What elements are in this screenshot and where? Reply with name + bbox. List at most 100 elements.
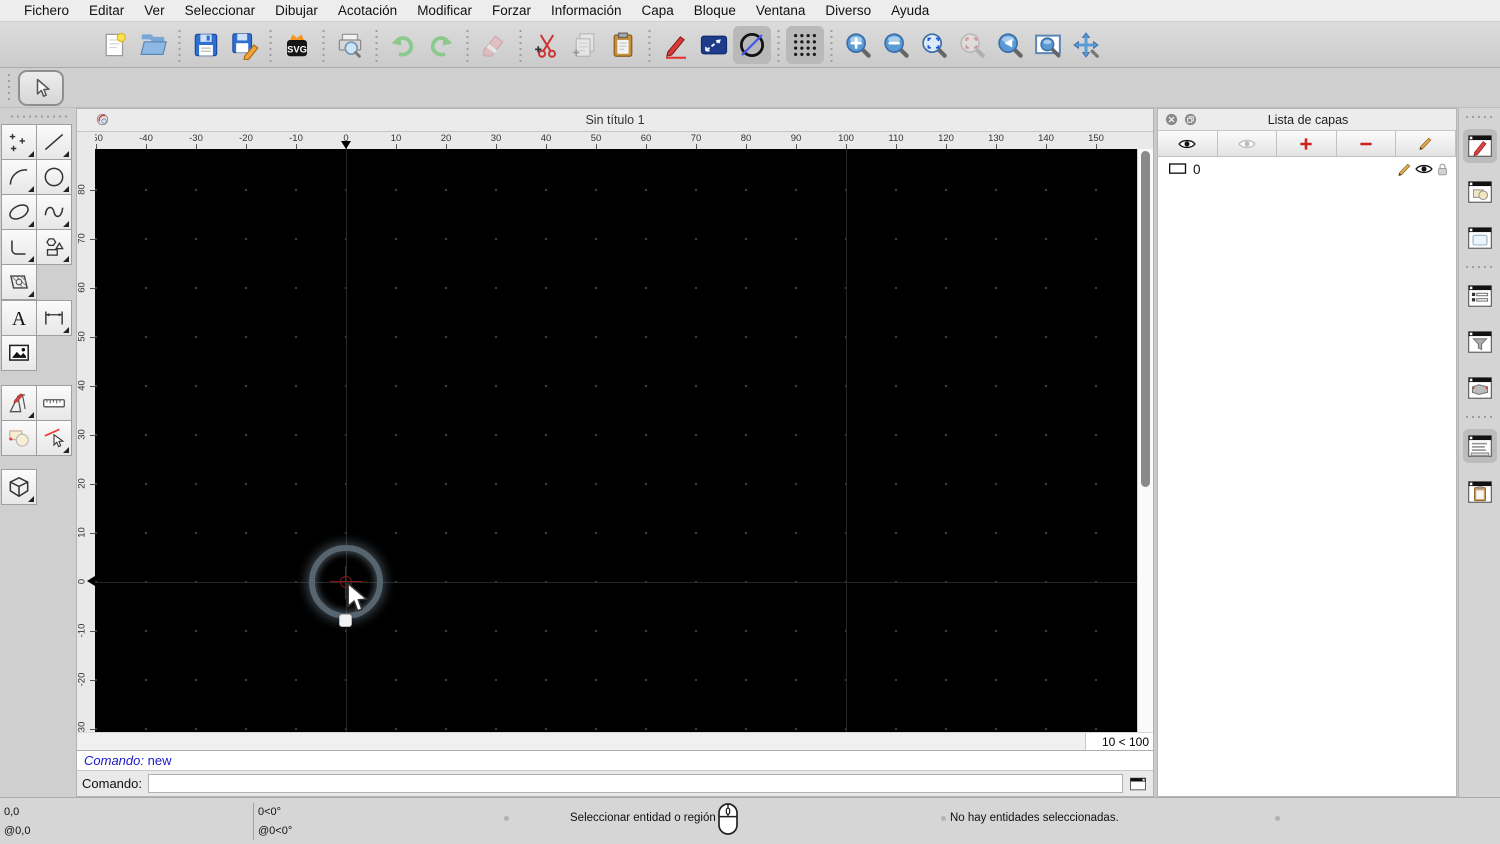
save-as-button[interactable] bbox=[225, 26, 263, 64]
menu-modificar[interactable]: Modificar bbox=[407, 0, 482, 22]
hatch-icon bbox=[6, 269, 32, 295]
edit-layer-button[interactable] bbox=[1396, 131, 1456, 156]
measure-tools-button[interactable] bbox=[36, 385, 72, 421]
close-panel-button[interactable] bbox=[1163, 111, 1180, 128]
draw-hatch-button[interactable] bbox=[1, 264, 37, 300]
detach-command-button[interactable] bbox=[1125, 774, 1151, 794]
cut-button[interactable] bbox=[528, 26, 566, 64]
command-input[interactable] bbox=[147, 774, 1123, 794]
menu-capa[interactable]: Capa bbox=[632, 0, 684, 22]
zoom-auto-button[interactable] bbox=[915, 26, 953, 64]
swatch-icon bbox=[1168, 159, 1188, 179]
menu-ayuda[interactable]: Ayuda bbox=[881, 0, 939, 22]
menu-forzar[interactable]: Forzar bbox=[482, 0, 541, 22]
save-as-icon bbox=[229, 30, 259, 60]
zoom-pan-button[interactable] bbox=[1067, 26, 1105, 64]
redo-button[interactable] bbox=[422, 26, 460, 64]
zoom-previous-icon bbox=[995, 30, 1025, 60]
draw-polygon-button[interactable] bbox=[36, 229, 72, 265]
modify-tools-button[interactable] bbox=[1, 385, 37, 421]
dock-wall-widget-button[interactable] bbox=[1463, 371, 1497, 405]
menu-editar[interactable]: Editar bbox=[79, 0, 134, 22]
absolute-coordinates: 0,0 bbox=[4, 806, 20, 818]
menu-dibujar[interactable]: Dibujar bbox=[265, 0, 328, 22]
vertical-scrollbar-thumb[interactable] bbox=[1141, 150, 1151, 487]
draw-points-button[interactable] bbox=[1, 124, 37, 160]
edit-pen-button[interactable] bbox=[657, 26, 695, 64]
layer-edit-button[interactable] bbox=[1394, 161, 1411, 178]
menu-seleccionar[interactable]: Seleccionar bbox=[175, 0, 266, 22]
eraser-icon bbox=[479, 30, 509, 60]
zoom-window-button[interactable] bbox=[1029, 26, 1067, 64]
draft-mode-button[interactable] bbox=[733, 25, 771, 64]
print-preview-button[interactable] bbox=[331, 26, 369, 64]
draw-line-button[interactable] bbox=[36, 124, 72, 160]
add-layer-button[interactable] bbox=[1277, 131, 1337, 156]
menu-acotacion[interactable]: Acotación bbox=[328, 0, 407, 22]
paste-button[interactable] bbox=[604, 26, 642, 64]
h-ruler-label: 50 bbox=[590, 132, 602, 144]
info-tools-button[interactable] bbox=[1, 420, 37, 456]
menu-bloque[interactable]: Bloque bbox=[684, 0, 746, 22]
grid-toggle-button[interactable] bbox=[786, 25, 824, 64]
dock-layer-list-button[interactable] bbox=[1463, 279, 1497, 313]
win-clipboard-icon bbox=[1466, 478, 1494, 506]
export-svg-button[interactable]: SVG bbox=[278, 26, 316, 64]
draw-text-button[interactable]: A bbox=[1, 300, 37, 336]
hide-all-layers-button[interactable] bbox=[1217, 131, 1278, 156]
dimension-button[interactable] bbox=[36, 300, 72, 336]
menu-diverso[interactable]: Diverso bbox=[815, 0, 881, 22]
save-button[interactable] bbox=[187, 26, 225, 64]
delete-selected-button[interactable] bbox=[475, 26, 513, 64]
dock-clipboard-button[interactable] bbox=[1463, 475, 1497, 509]
command-history-text: new bbox=[147, 753, 172, 769]
menu-ventana[interactable]: Ventana bbox=[746, 0, 816, 22]
layer-lock-button[interactable] bbox=[1432, 161, 1449, 178]
draw-circle-button[interactable] bbox=[36, 159, 72, 195]
undo-button[interactable] bbox=[384, 26, 422, 64]
draw-polyline-button[interactable] bbox=[1, 229, 37, 265]
zoom-selected-button[interactable] bbox=[953, 26, 991, 64]
draw-ellipse-button[interactable] bbox=[1, 194, 37, 230]
dock-library-browser-button[interactable] bbox=[1463, 221, 1497, 255]
horizontal-scrollbar[interactable]: 10 < 100 bbox=[77, 732, 1153, 751]
h-ruler-label: 140 bbox=[1038, 132, 1054, 144]
selection-pointer-button[interactable] bbox=[18, 69, 64, 106]
layer-row[interactable]: 0 bbox=[1158, 157, 1456, 181]
copy-button[interactable] bbox=[566, 26, 604, 64]
dock-toolbar bbox=[1458, 108, 1500, 797]
menu-informacion[interactable]: Información bbox=[541, 0, 632, 22]
solid-tools-button[interactable] bbox=[1, 469, 37, 505]
drawing-canvas[interactable] bbox=[94, 148, 1138, 733]
spline-icon bbox=[41, 199, 67, 225]
open-file-button[interactable] bbox=[134, 26, 172, 64]
select-tools-button[interactable] bbox=[36, 420, 72, 456]
zoom-previous-button[interactable] bbox=[991, 26, 1029, 64]
vertical-scrollbar[interactable] bbox=[1137, 148, 1153, 733]
menu-fichero[interactable]: Fichero bbox=[14, 0, 79, 22]
ellipse-icon bbox=[6, 199, 32, 225]
float-panel-button[interactable] bbox=[1182, 111, 1199, 128]
menu-ver[interactable]: Ver bbox=[134, 0, 174, 22]
zoom-in-button[interactable] bbox=[839, 26, 877, 64]
new-document-button[interactable] bbox=[96, 26, 134, 64]
h-ruler-label: -20 bbox=[239, 132, 253, 144]
draw-spline-button[interactable] bbox=[36, 194, 72, 230]
h-ruler-label: 70 bbox=[690, 132, 702, 144]
horizontal-scrollbar-track[interactable] bbox=[95, 733, 1085, 750]
insert-image-button[interactable] bbox=[1, 335, 37, 371]
remove-layer-button[interactable] bbox=[1336, 131, 1397, 156]
dock-pen-widget-button[interactable] bbox=[1462, 129, 1497, 163]
draw-arc-button[interactable] bbox=[1, 159, 37, 195]
show-all-layers-button[interactable] bbox=[1158, 131, 1218, 156]
drawing-titlebar: Sin título 1 bbox=[77, 109, 1153, 132]
dock-block-list-button[interactable] bbox=[1463, 175, 1497, 209]
relative-coordinates: @0,0 bbox=[4, 825, 31, 837]
svg-text:SVG: SVG bbox=[287, 44, 307, 54]
layer-visibility-button[interactable] bbox=[1413, 161, 1433, 178]
zoom-in-icon bbox=[843, 30, 873, 60]
dock-command-line-button[interactable] bbox=[1462, 429, 1497, 463]
line-extensions-button[interactable] bbox=[695, 26, 733, 64]
zoom-out-button[interactable] bbox=[877, 26, 915, 64]
dock-selection-filter-button[interactable] bbox=[1463, 325, 1497, 359]
